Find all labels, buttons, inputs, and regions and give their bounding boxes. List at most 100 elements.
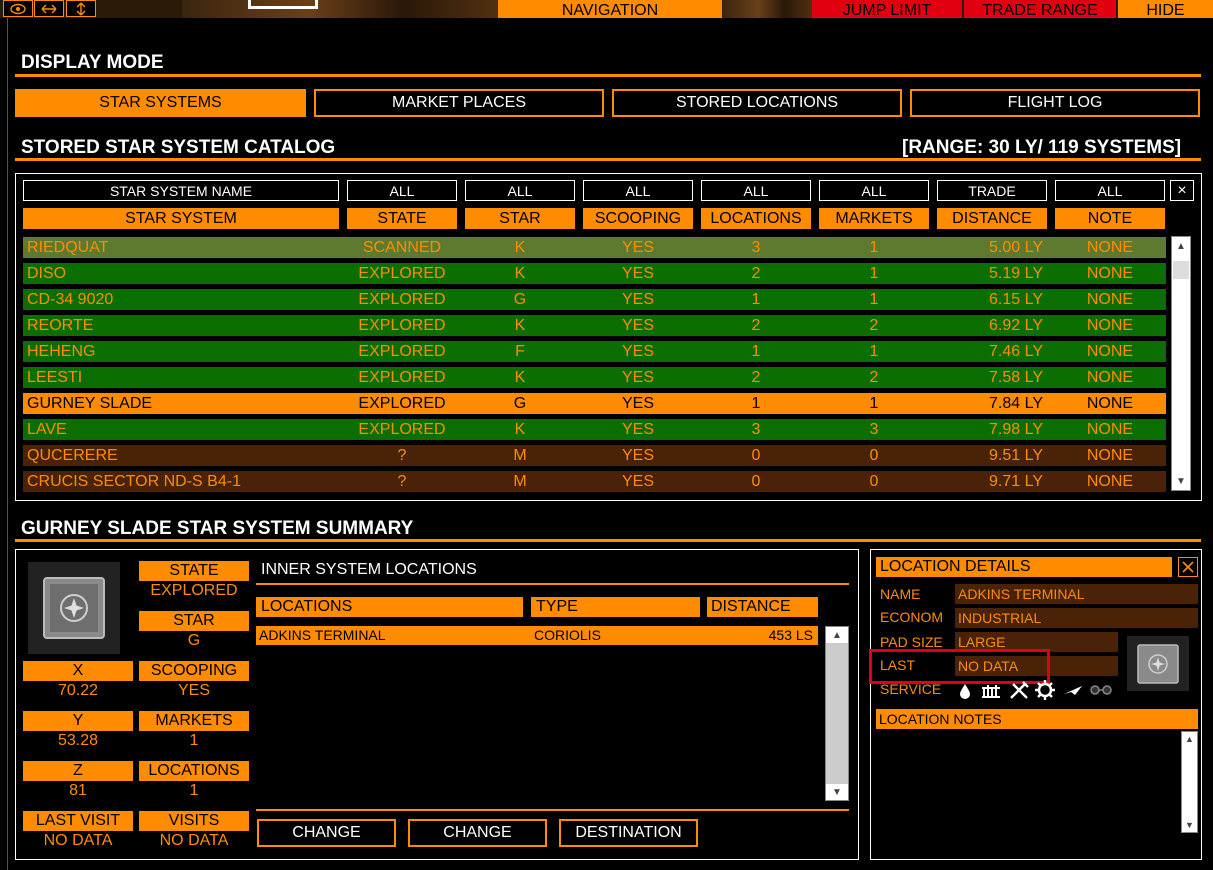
cell-markets: 2 <box>869 317 879 334</box>
cell-scooping: YES <box>621 291 654 308</box>
cell-scooping: YES <box>621 239 654 256</box>
cell-star-system: GURNEY SLADE <box>27 395 153 412</box>
cell-star-system: QUCERERE <box>27 447 118 464</box>
starfield-strip <box>182 0 498 18</box>
cell-star: K <box>514 317 526 334</box>
table-row[interactable]: REORTE EXPLORED K YES 2 2 6.92 LY NONE <box>23 315 1166 336</box>
catalog-scrollbar[interactable]: ▲ ▼ <box>1171 236 1191 491</box>
col-locations[interactable]: LOCATIONS <box>701 208 811 229</box>
x-label: X <box>23 661 133 681</box>
hide-button[interactable]: HIDE <box>1118 0 1213 19</box>
cell-markets: 1 <box>869 265 879 282</box>
scroll-thumb[interactable] <box>1173 261 1189 279</box>
table-row[interactable]: CRUCIS SECTOR ND-S B4-1? M YES 0 0 9.71 LY NON… <box>23 471 1166 492</box>
water-drop-icon <box>960 684 970 699</box>
filter-note[interactable]: ALL <box>1055 180 1165 201</box>
z-label: Z <box>23 761 133 781</box>
clear-filters-button[interactable]: × <box>1170 180 1194 201</box>
cell-note: NONE <box>1086 265 1134 282</box>
station-icon <box>1137 643 1179 684</box>
cell-locations: 3 <box>751 421 761 438</box>
scooping-value: YES <box>177 682 210 699</box>
table-row[interactable]: RIEDQUAT SCANNED K YES 3 1 5.00 LY NONE <box>23 237 1166 258</box>
col-distance[interactable]: DISTANCE <box>937 208 1047 229</box>
market-places-button[interactable]: MARKET PLACES <box>314 89 604 117</box>
table-row[interactable]: CD-34 9020 EXPLORED G YES 1 1 6.15 LY NONE <box>23 289 1166 310</box>
cell-note: NONE <box>1086 239 1134 256</box>
cell-locations: 1 <box>751 343 761 360</box>
vertical-arrows-icon[interactable] <box>66 0 96 17</box>
eye-icon[interactable] <box>3 0 33 17</box>
table-row[interactable]: LAVE EXPLORED K YES 3 3 7.98 LY NONE <box>23 419 1166 440</box>
inner-scrollbar[interactable]: ▲ ▼ <box>825 626 849 801</box>
cell-scooping: YES <box>621 395 654 412</box>
table-row[interactable]: LEESTI EXPLORED K YES 2 2 7.58 LY NONE <box>23 367 1166 388</box>
col-star-system[interactable]: STAR SYSTEM <box>23 208 339 229</box>
filter-locations[interactable]: ALL <box>701 180 811 201</box>
destination-button[interactable]: DESTINATION <box>559 819 698 847</box>
table-row[interactable]: QUCERERE? M YES 0 0 9.51 LY NONE <box>23 445 1166 466</box>
inner-col-locations[interactable]: LOCATIONS <box>256 597 523 617</box>
cell-locations: 3 <box>751 239 761 256</box>
change-button-1[interactable]: CHANGE <box>257 819 396 847</box>
scroll-up-icon[interactable]: ▲ <box>1182 732 1197 746</box>
visits-label: VISITS <box>139 811 249 831</box>
inner-col-distance[interactable]: DISTANCE <box>707 597 818 617</box>
star-systems-button[interactable]: STAR SYSTEMS <box>15 89 306 117</box>
notes-scrollbar[interactable]: ▲ ▼ <box>1181 731 1198 833</box>
change-button-2[interactable]: CHANGE <box>408 819 547 847</box>
col-markets[interactable]: MARKETS <box>819 208 929 229</box>
cell-state: EXPLORED <box>358 291 446 308</box>
cell-scooping: YES <box>621 265 654 282</box>
horizontal-arrows-icon[interactable] <box>34 0 64 17</box>
close-icon[interactable] <box>1178 557 1198 577</box>
location-details-title: LOCATION DETAILS <box>876 557 1172 577</box>
glasses-icon <box>1090 685 1112 695</box>
col-scooping[interactable]: SCOOPING <box>583 208 693 229</box>
inner-col-type[interactable]: TYPE <box>531 597 700 617</box>
cell-state: EXPLORED <box>358 343 446 360</box>
scroll-down-icon[interactable]: ▼ <box>1182 818 1197 832</box>
highlight-box <box>869 649 1050 684</box>
cell-star-system: CD-34 9020 <box>27 291 114 308</box>
location-notes-area[interactable] <box>876 731 1182 833</box>
filter-distance[interactable]: TRADE <box>937 180 1047 201</box>
filter-state[interactable]: ALL <box>347 180 457 201</box>
cell-locations: 2 <box>751 369 761 386</box>
navigation-button[interactable]: NAVIGATION <box>498 0 722 19</box>
location-notes-title: LOCATION NOTES <box>876 709 1198 729</box>
x-value: 70.22 <box>57 682 99 699</box>
col-note[interactable]: NOTE <box>1055 208 1165 229</box>
service-icons <box>957 680 1117 700</box>
trade-range-button[interactable]: TRADE RANGE <box>964 0 1116 19</box>
col-state[interactable]: STATE <box>347 208 457 229</box>
table-row[interactable]: DISO EXPLORED K YES 2 1 5.19 LY NONE <box>23 263 1166 284</box>
filter-scooping[interactable]: ALL <box>583 180 693 201</box>
last-visit-value: NO DATA <box>43 832 113 849</box>
cell-markets: 3 <box>869 421 879 438</box>
cell-locations: 2 <box>751 265 761 282</box>
filter-star[interactable]: ALL <box>465 180 575 201</box>
scroll-up-icon[interactable]: ▲ <box>826 627 848 643</box>
inner-location-row[interactable]: ADKINS TERMINAL CORIOLIS 453 LS <box>256 626 818 645</box>
flight-log-button[interactable]: FLIGHT LOG <box>910 89 1200 117</box>
scroll-up-icon[interactable]: ▲ <box>1172 237 1190 255</box>
starfield-strip-2 <box>722 0 812 18</box>
cell-scooping: YES <box>621 369 654 386</box>
cell-scooping: YES <box>621 343 654 360</box>
scroll-down-icon[interactable]: ▼ <box>1172 472 1190 490</box>
stored-locations-button[interactable]: STORED LOCATIONS <box>612 89 902 117</box>
table-row[interactable]: GURNEY SLADE EXPLORED G YES 1 1 7.84 LY NONE <box>23 393 1166 414</box>
cell-markets: 1 <box>869 239 879 256</box>
cell-star: K <box>514 265 526 282</box>
markets-value: 1 <box>189 732 199 749</box>
col-star[interactable]: STAR <box>465 208 575 229</box>
jump-limit-button[interactable]: JUMP LIMIT <box>812 0 962 19</box>
scooping-label: SCOOPING <box>139 661 249 681</box>
name-label: NAME <box>880 586 921 602</box>
filter-star-system-name[interactable]: STAR SYSTEM NAME <box>23 180 339 201</box>
scroll-down-icon[interactable]: ▼ <box>826 784 848 800</box>
filter-markets[interactable]: ALL <box>819 180 929 201</box>
cell-state: SCANNED <box>362 239 442 256</box>
table-row[interactable]: HEHENG EXPLORED F YES 1 1 7.46 LY NONE <box>23 341 1166 362</box>
